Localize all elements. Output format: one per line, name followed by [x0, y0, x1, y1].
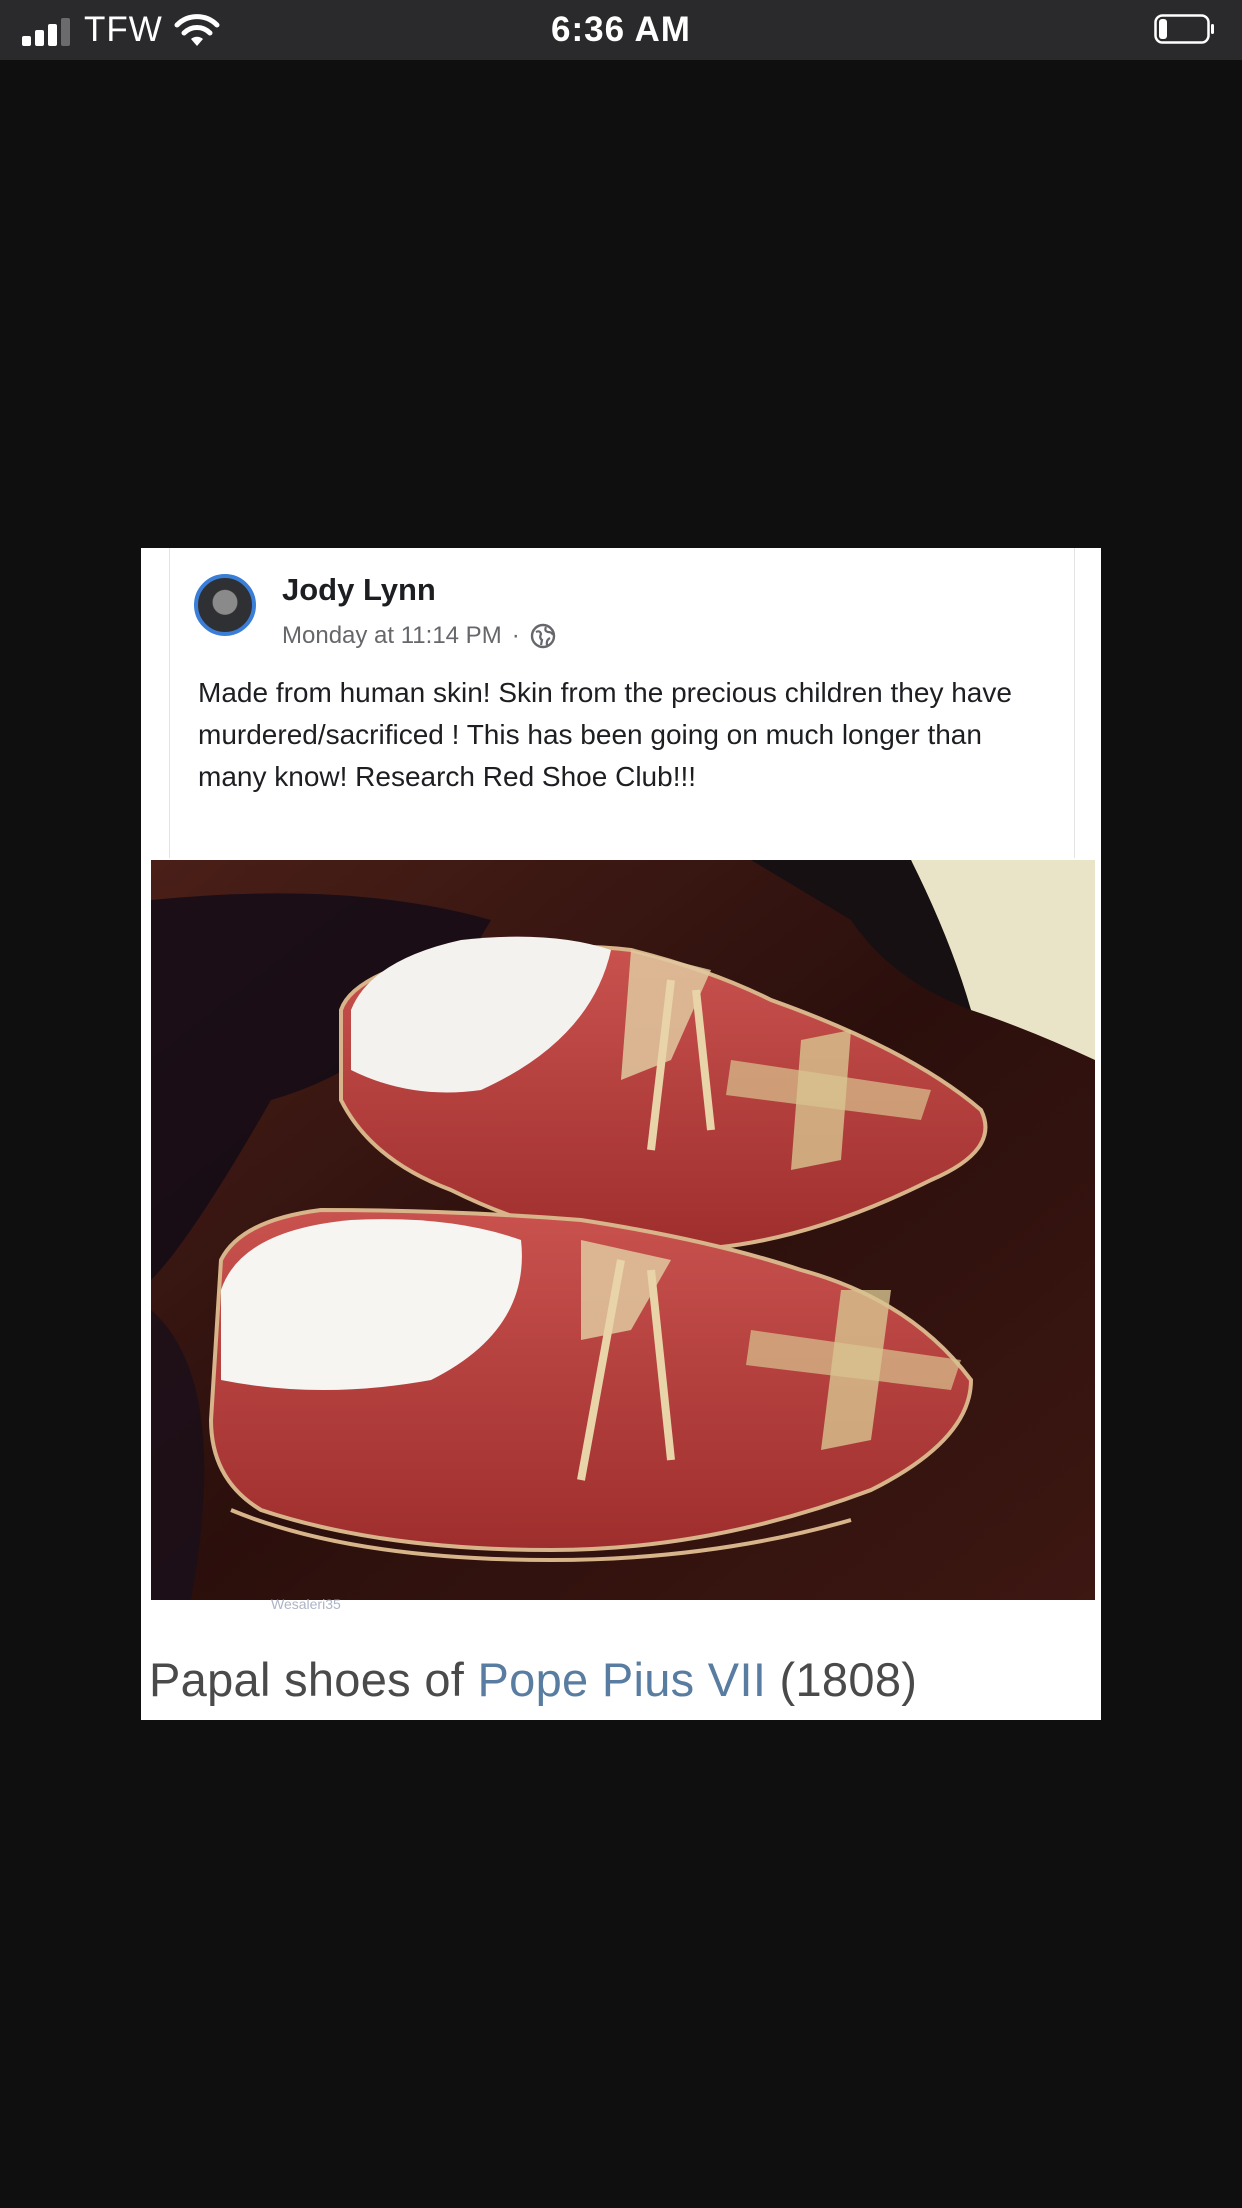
photo-caption: Papal shoes of Pope Pius VII (1808): [149, 1652, 1099, 1707]
post-text: Made from human skin! Skin from the prec…: [198, 677, 1012, 792]
photo-watermark: Wesaleri35: [271, 1596, 341, 1612]
clock: 6:36 AM: [551, 10, 691, 49]
post-header: Jody Lynn Monday at 11:14 PM · Made from…: [169, 548, 1075, 858]
author-avatar[interactable]: [194, 574, 256, 636]
shared-post-screenshot: Jody Lynn Monday at 11:14 PM · Made from…: [141, 548, 1101, 1720]
meta-separator: ·: [511, 622, 520, 649]
author-name[interactable]: Jody Lynn: [282, 572, 436, 608]
globe-icon: [530, 623, 555, 649]
status-bar: TFW 6:36 AM: [0, 0, 1242, 60]
post-meta: Monday at 11:14 PM ·: [282, 620, 556, 652]
post-timestamp[interactable]: Monday at 11:14 PM: [282, 622, 502, 650]
caption-suffix: (1808): [766, 1653, 918, 1706]
caption-prefix: Papal shoes of: [149, 1653, 478, 1706]
red-shoes-photo[interactable]: Wesaleri35: [151, 860, 1095, 1612]
shoes-illustration: [151, 860, 1095, 1600]
battery-icon: [1154, 14, 1214, 44]
pope-pius-link[interactable]: Pope Pius VII: [478, 1653, 767, 1706]
